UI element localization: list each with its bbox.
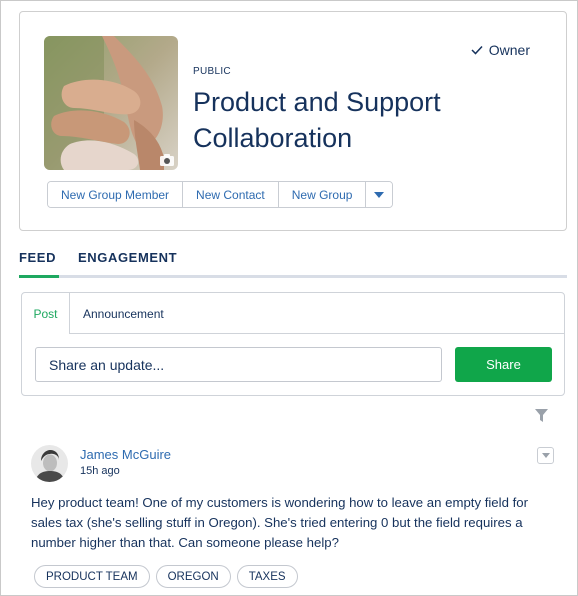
share-update-input[interactable] [35,347,442,382]
group-photo[interactable] [44,36,178,170]
post-author-link[interactable]: James McGuire [80,447,171,462]
active-tab-indicator [19,275,59,278]
publisher: Post Announcement Share [21,292,565,396]
group-header-card: PUBLIC Product and Support Collaboration… [19,11,567,231]
tab-engagement[interactable]: ENGAGEMENT [78,250,177,265]
filter-icon[interactable] [535,409,548,422]
group-photo-image [44,36,178,170]
publisher-divider [70,333,564,334]
check-icon [471,45,483,55]
chevron-down-icon [541,453,550,458]
owner-label: Owner [488,42,530,58]
publisher-tab-post[interactable]: Post [22,293,70,334]
feed-tabs: FEED ENGAGEMENT [19,248,567,278]
new-group-member-button[interactable]: New Group Member [48,182,184,207]
topic-pill[interactable]: TAXES [236,565,298,588]
camera-icon[interactable] [160,154,174,166]
chevron-down-icon [374,191,385,198]
new-contact-button[interactable]: New Contact [183,182,279,207]
post-topics: PRODUCT TEAM OREGON TAXES [34,565,298,588]
app-frame: PUBLIC Product and Support Collaboration… [0,0,578,596]
post-actions-menu[interactable] [537,447,554,464]
membership-status[interactable]: Owner [471,42,530,58]
group-visibility: PUBLIC [193,66,231,77]
post-body: Hey product team! One of my customers is… [31,495,528,550]
new-group-button[interactable]: New Group [278,182,367,207]
avatar[interactable] [31,445,68,482]
topic-pill[interactable]: PRODUCT TEAM [34,565,150,588]
topic-pill[interactable]: OREGON [155,565,231,588]
tab-feed[interactable]: FEED [19,250,56,265]
group-title: Product and Support Collaboration [193,87,441,153]
share-button[interactable]: Share [455,347,552,382]
publisher-tab-announcement[interactable]: Announcement [83,293,164,334]
tabs-divider [19,275,567,278]
group-actions: New Group Member New Contact New Group [47,181,394,208]
post-timestamp[interactable]: 15h ago [80,465,120,477]
more-actions-button[interactable] [366,182,393,207]
avatar-image [31,445,68,482]
